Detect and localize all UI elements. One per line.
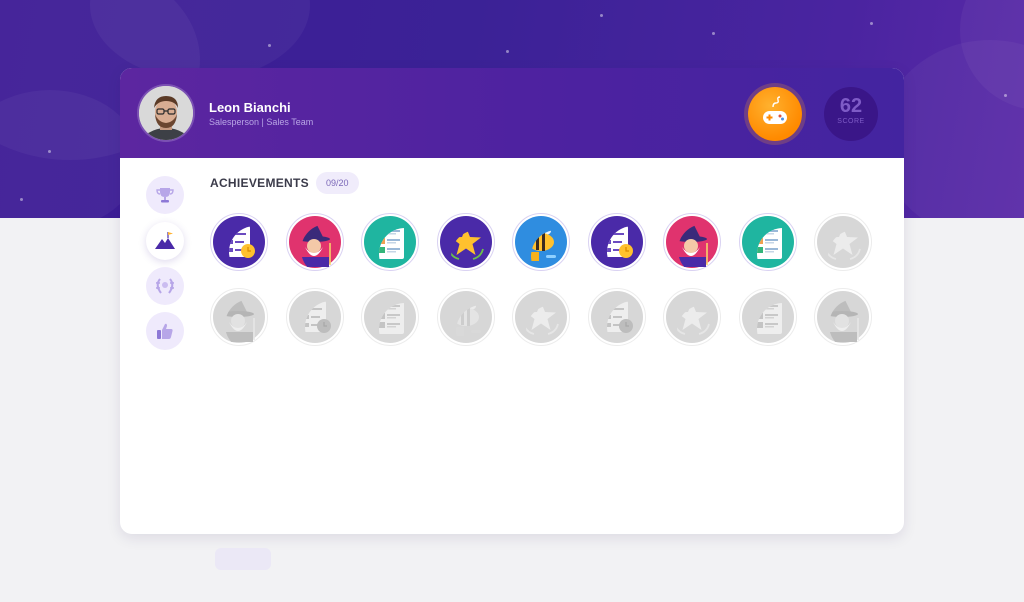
locked-contacts-badge-icon [738,288,797,346]
achievement-badge-bee[interactable] [512,213,570,271]
wizard-badge-icon [663,213,721,271]
wizard-badge-icon [285,213,344,271]
achievement-badge-locked[interactable] [814,213,872,271]
thumbs-up-icon [157,323,173,339]
avatar[interactable] [139,86,193,140]
contacts-badge-icon [361,213,419,271]
achievement-badge-locked[interactable] [436,288,495,346]
locked-wizard-badge-icon [210,288,268,346]
achievements-count: 09/20 [316,172,359,194]
achievement-badge-star[interactable] [436,213,495,271]
achievement-badge-locked[interactable] [663,288,721,346]
bee-badge-icon [512,213,570,271]
achievement-badge-locked[interactable] [814,288,872,346]
checklist-badge-icon [210,213,268,271]
trophy-icon [156,188,174,203]
nav-item-feedback[interactable] [146,312,184,350]
achievement-badge-locked[interactable] [361,288,419,346]
user-name: Leon Bianchi [209,100,291,115]
score-badge: 62 SCORE [824,87,878,141]
achievements-title: ACHIEVEMENTS [210,176,309,190]
mountain-flag-icon [155,232,175,249]
achievement-badge-locked[interactable] [210,288,268,346]
achievement-badge-locked[interactable] [512,288,570,346]
game-controller-button[interactable] [748,87,802,141]
laurel-icon [156,278,174,294]
locked-bee-badge-icon [436,288,495,346]
game-controller-icon [763,96,787,124]
achievement-badge-locked[interactable] [285,288,344,346]
locked-star-badge-icon [663,288,721,346]
achievement-badge-contacts[interactable] [361,213,419,271]
score-label: SCORE [837,118,865,125]
nav-item-achievements[interactable] [146,222,184,260]
nav-item-trophies[interactable] [146,176,184,214]
score-value: 62 [839,95,863,117]
locked-contacts-badge-icon [361,288,419,346]
achievement-badge-contacts[interactable] [738,213,797,271]
achievement-badge-locked[interactable] [738,288,797,346]
footer-button[interactable] [215,548,271,570]
star-badge-icon [436,213,495,271]
locked-wizard-badge-icon [814,288,872,346]
achievement-badge-wizard[interactable] [663,213,721,271]
locked-star-badge-icon [814,213,872,271]
contacts-badge-icon [738,213,797,271]
checklist-badge-icon [587,213,646,271]
achievement-badge-wizard[interactable] [285,213,344,271]
locked-checklist-badge-icon [587,288,646,346]
user-role: Salesperson | Sales Team [209,117,314,127]
achievement-badge-checklist[interactable] [587,213,646,271]
achievement-badge-checklist[interactable] [210,213,268,271]
locked-checklist-badge-icon [285,288,344,346]
profile-card: Leon Bianchi Salesperson | Sales Team 62… [120,68,904,534]
achievement-badge-locked[interactable] [587,288,646,346]
profile-header: Leon Bianchi Salesperson | Sales Team 62… [120,68,904,158]
nav-item-rewards[interactable] [146,267,184,305]
locked-star-badge-icon [512,288,570,346]
